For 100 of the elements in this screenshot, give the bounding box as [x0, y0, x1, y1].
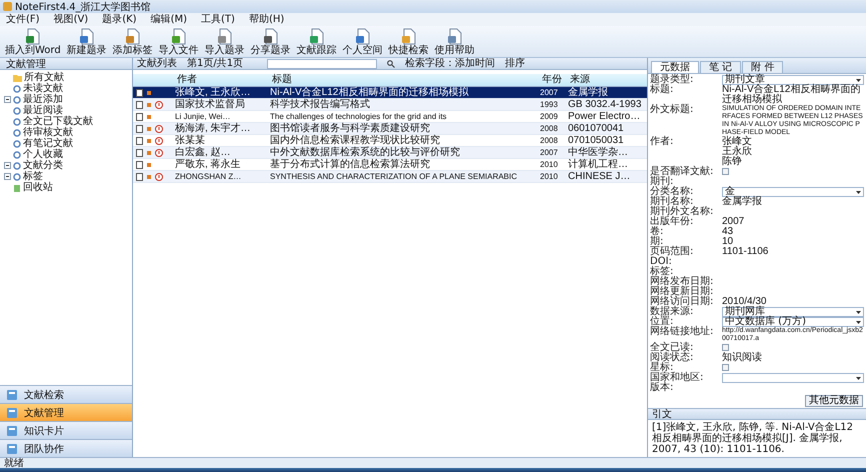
toolbar-button[interactable]: 插入到Word [2, 28, 64, 56]
tree-item[interactable]: 待审核文献 [23, 127, 73, 138]
toolbar-button[interactable]: 分享题录 [248, 28, 294, 56]
table-row[interactable]: 张峰文, 王永欣… Ni-Al-V合金L12相反相畴界面的迁移相场模拟 2007 金属学报 [133, 87, 647, 99]
toolbar-button[interactable]: 添加标签 [110, 28, 156, 56]
collapse-icon[interactable] [4, 96, 11, 103]
toolbar-button[interactable]: 导入文件 [156, 28, 202, 56]
toolbar-button[interactable]: 快捷检索 [386, 28, 432, 56]
nav-button[interactable]: 文献检索 [0, 385, 132, 403]
field-label: 是否翻译文献: [650, 167, 714, 177]
table-row[interactable]: Li Junjie, Wei… The challenges of technologies for the grid and its 2009 Power Electro… [133, 111, 647, 123]
source-cell-text: CHINESE J… [567, 171, 632, 182]
circle-icon [13, 150, 21, 158]
toolbar-button[interactable]: 新建题录 [64, 28, 110, 56]
tree-item[interactable]: 标签 [23, 171, 43, 182]
tree-item[interactable]: 全文已下载文献 [23, 116, 93, 127]
flag-icon [147, 126, 151, 130]
citation-text: [1]张峰文, 王永欣, 陈铮, 等. Ni-Al-V合金L12相反相畴界面的迁移相场模拟[J]. 金属学报, 2007, 43 (10): 1101-1106. [651, 420, 854, 457]
field-label: 版本: [650, 383, 674, 393]
author-cell-text: 国家技术监督局 [174, 99, 246, 110]
collapse-icon[interactable] [4, 173, 11, 180]
column-header[interactable]: 标题 [268, 74, 538, 86]
field-label: 标题: [650, 85, 674, 95]
toolbar-button[interactable]: 使用帮助 [432, 28, 478, 56]
menu-item[interactable]: 工具(T) [201, 14, 235, 26]
tree-item[interactable]: 回收站 [23, 182, 53, 193]
flag-icon [147, 114, 151, 118]
field-label: 出版年份: [650, 217, 694, 227]
book-icon [6, 388, 18, 400]
toolbar-button[interactable]: 文献跟踪 [294, 28, 340, 56]
tree-item[interactable]: 最近阅读 [23, 105, 63, 116]
table-row[interactable]: 杨海涛, 朱宇才… 图书馆读者服务与科学素质建设研究 2008 0601070041 [133, 123, 647, 135]
other-metadata-button[interactable]: 其他元数据 [805, 395, 863, 407]
table-row[interactable]: 张某某 国内外信息检索课程教学现状比较研究 2008 0701050031 [133, 135, 647, 147]
dropdown-field[interactable]: 金 [722, 187, 864, 197]
nav-button[interactable]: 知识卡片 [0, 421, 132, 439]
title-cell-text: 科学技术报告编写格式 [269, 99, 371, 110]
column-header[interactable]: 作者 [173, 74, 268, 86]
tree-item[interactable]: 所有文献 [24, 72, 64, 83]
year-cell-text: 2010 [539, 172, 559, 181]
search-field-label: 检索字段：添加时间 [405, 58, 496, 70]
table-row[interactable]: ZHONGSHAN Z… SYNTHESIS AND CHARACTERIZATION OF A PLANE SEMIARABIC 2010 CHINESE J… [133, 171, 647, 183]
search-field[interactable] [267, 58, 378, 68]
field-label: 期刊: [650, 177, 674, 187]
field-label: 卷: [650, 227, 664, 237]
table-row[interactable]: 严敬东, 蒋永生 基于分布式计算的信息检索算法研究 2010 计算机工程… [133, 159, 647, 171]
checkbox[interactable] [722, 168, 729, 175]
tree-item[interactable]: 未读文献 [23, 83, 63, 94]
field-value: 2007 [722, 217, 746, 227]
checkbox[interactable] [722, 344, 729, 351]
nav-button[interactable]: 文献管理 [0, 403, 132, 421]
toolbar-button[interactable]: 个人空间 [340, 28, 386, 56]
tab[interactable]: 笔 记 [700, 61, 742, 73]
title-cell-text: 国内外信息检索课程教学现状比较研究 [269, 135, 441, 146]
year-cell-text: 2008 [539, 124, 559, 133]
menu-item[interactable]: 题录(K) [102, 14, 137, 26]
tree-item[interactable]: 最近添加 [23, 94, 63, 105]
menu-item[interactable]: 帮助(H) [248, 14, 284, 26]
tree-item[interactable]: 有笔记文献 [23, 138, 73, 149]
field-value: 43 [722, 227, 734, 237]
column-header[interactable]: 来源 [566, 74, 648, 86]
flag-icon [147, 174, 151, 178]
menu-item[interactable]: 视图(V) [54, 14, 88, 26]
field-value: Ni-Al-V合金L12相反相畴界面的迁移相场模拟 [722, 85, 862, 105]
caret-icon [856, 376, 861, 380]
tree-item[interactable]: 个人收藏 [23, 149, 63, 160]
circle-icon [13, 84, 21, 92]
field-value: 金属学报 [722, 197, 763, 207]
dropdown-field[interactable] [722, 373, 864, 383]
column-header[interactable]: 年份 [538, 74, 566, 86]
source-cell-text: Power Electro… [567, 111, 642, 122]
circle-icon [13, 96, 21, 104]
nav-button[interactable]: 团队协作 [0, 439, 132, 457]
menu-item[interactable]: 文件(F) [6, 14, 40, 26]
sort-button[interactable]: 排序 [505, 58, 526, 70]
field-label: 外文标题: [650, 105, 694, 115]
toolbar-button[interactable]: 导入题录 [202, 28, 248, 56]
collapse-icon[interactable] [4, 162, 11, 169]
author-cell-text: 杨海涛, 朱宇才… [174, 123, 252, 134]
source-cell-text: 中华医学杂… [567, 147, 629, 158]
table-row[interactable]: 白宏鑫, 赵… 中外文献数据库检索系统的比较与评价研究 2007 中华医学杂… [133, 147, 647, 159]
year-cell-text: 2010 [539, 160, 559, 169]
search-button[interactable] [387, 60, 396, 68]
book-icon [6, 442, 18, 454]
menu-item[interactable]: 编辑(M) [150, 14, 188, 26]
dropdown-field[interactable]: 期刊文章 [722, 75, 864, 85]
field-label: 分类名称: [650, 187, 694, 197]
checkbox[interactable] [722, 364, 729, 371]
field-label: 网络链接地址: [650, 327, 714, 337]
year-cell-text: 2009 [539, 112, 559, 121]
field-label: 国家和地区: [650, 373, 704, 383]
app-icon [3, 2, 12, 11]
table-row[interactable]: 国家技术监督局 科学技术报告编写格式 1993 GB 3032.4-1993 [133, 99, 647, 111]
dropdown-field[interactable]: 期刊网库 [722, 307, 864, 317]
dropdown-field[interactable]: 中文数据库 (万方) [722, 317, 864, 327]
tab[interactable]: 元数据 [651, 61, 699, 73]
tree-item[interactable]: 文献分类 [23, 160, 63, 171]
tab[interactable]: 附 件 [742, 61, 784, 73]
author-cell-text: ZHONGSHAN Z… [174, 171, 242, 182]
field-value: 知识阅读 [722, 353, 763, 363]
